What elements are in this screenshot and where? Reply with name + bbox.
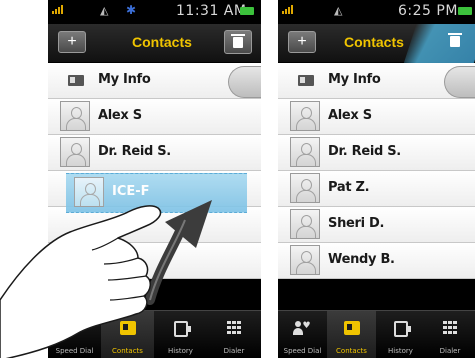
list-item-label: Alex S [328,108,372,123]
dragged-item-label: ICE-F [112,184,150,199]
nav-contacts[interactable]: Contacts [101,311,154,358]
list-item[interactable]: Alex S [278,99,475,135]
list-item-label: My Info [98,72,151,87]
signal-icon [52,5,63,14]
status-bar: ◭ ✱ 11:31 AM [48,0,261,24]
history-icon [173,321,191,337]
list-item[interactable]: Wendy B. [278,243,475,279]
list-item-label: Dr. Reid S. [328,144,401,159]
nav-dialer[interactable]: Dialer [207,311,261,358]
nav-contacts[interactable]: Contacts [327,311,376,358]
screenshot-stage: ◭ ✱ 11:31 AM + Contacts My Info Alex S D… [0,0,475,358]
status-time: 6:25 PM [398,3,458,19]
avatar [290,245,320,275]
phone-right: ◭ 6:25 PM + Contacts My Info Alex S Dr. … [278,0,475,358]
list-item[interactable]: Pat Z. [278,171,475,207]
nav-label: Speed Dial [283,347,322,355]
list-item[interactable] [48,243,261,279]
dialer-icon [443,321,457,335]
dialer-icon [227,321,241,335]
list-item-label: My Info [328,72,381,87]
avatar [74,177,104,207]
status-bar: ◭ 6:25 PM [278,0,475,24]
nav-dialer[interactable]: Dialer [425,311,475,358]
bottom-nav: ♥ Speed Dial Contacts History Dialer [48,310,261,358]
add-contact-button[interactable]: + [58,31,86,53]
volume-icon: ◭ [100,4,109,17]
list-item-label: Dr. Reid S. [98,144,171,159]
bluetooth-icon: ✱ [126,3,137,17]
contacts-list: My Info Alex S Dr. Reid S. [48,63,261,279]
side-handle[interactable] [444,66,475,98]
status-time: 11:31 AM [176,3,247,19]
list-item[interactable]: Sheri D. [278,207,475,243]
nav-label: Contacts [336,347,367,355]
nav-speed-dial[interactable]: ♥ Speed Dial [278,311,327,358]
trash-lid [448,33,462,35]
avatar [60,137,90,167]
speed-dial-icon: ♥ [292,321,311,335]
title-bar: + Contacts [48,24,261,63]
list-item-my-info[interactable]: My Info [278,63,475,99]
list-item-my-info[interactable]: My Info [48,63,261,99]
nav-label: History [168,347,193,355]
nav-label: Dialer [223,347,245,355]
trash-icon [450,36,460,47]
bottom-nav: ♥ Speed Dial Contacts History Dialer [278,310,475,358]
list-item-label: Pat Z. [328,180,370,195]
nav-label: Dialer [439,347,461,355]
list-item[interactable]: Dr. Reid S. [278,135,475,171]
id-card-icon [68,75,84,86]
volume-icon: ◭ [334,4,343,17]
contacts-icon [119,321,136,335]
side-handle[interactable] [228,66,261,98]
avatar [290,101,320,131]
list-item-label: Sheri D. [328,216,385,231]
dragged-list-item[interactable]: ICE-F [66,173,247,213]
avatar [290,209,320,239]
add-contact-button[interactable]: + [288,31,316,53]
battery-icon [458,7,472,15]
list-item-label: Wendy B. [328,252,395,267]
speed-dial-icon: ♥ [64,321,83,335]
phone-left: ◭ ✱ 11:31 AM + Contacts My Info Alex S D… [48,0,261,358]
delete-button[interactable] [224,30,252,54]
contacts-icon [343,321,360,335]
nav-label: History [388,347,413,355]
nav-label: Contacts [112,347,143,355]
trash-icon [233,37,243,48]
contacts-list: My Info Alex S Dr. Reid S. Pat Z. Sheri … [278,63,475,279]
history-icon [393,321,411,337]
nav-history[interactable]: History [376,311,425,358]
avatar [290,137,320,167]
battery-icon [240,7,254,15]
page-title: Contacts [132,34,192,50]
list-item-label: Alex S [98,108,142,123]
signal-icon [282,5,293,14]
id-card-icon [298,75,314,86]
trash-lid [231,34,245,36]
avatar [290,173,320,203]
avatar [60,101,90,131]
nav-speed-dial[interactable]: ♥ Speed Dial [48,311,101,358]
nav-history[interactable]: History [154,311,207,358]
page-title: Contacts [344,34,404,50]
list-item[interactable]: Dr. Reid S. [48,135,261,171]
list-item[interactable]: Alex S [48,99,261,135]
nav-label: Speed Dial [55,347,94,355]
delete-button[interactable] [444,30,466,52]
